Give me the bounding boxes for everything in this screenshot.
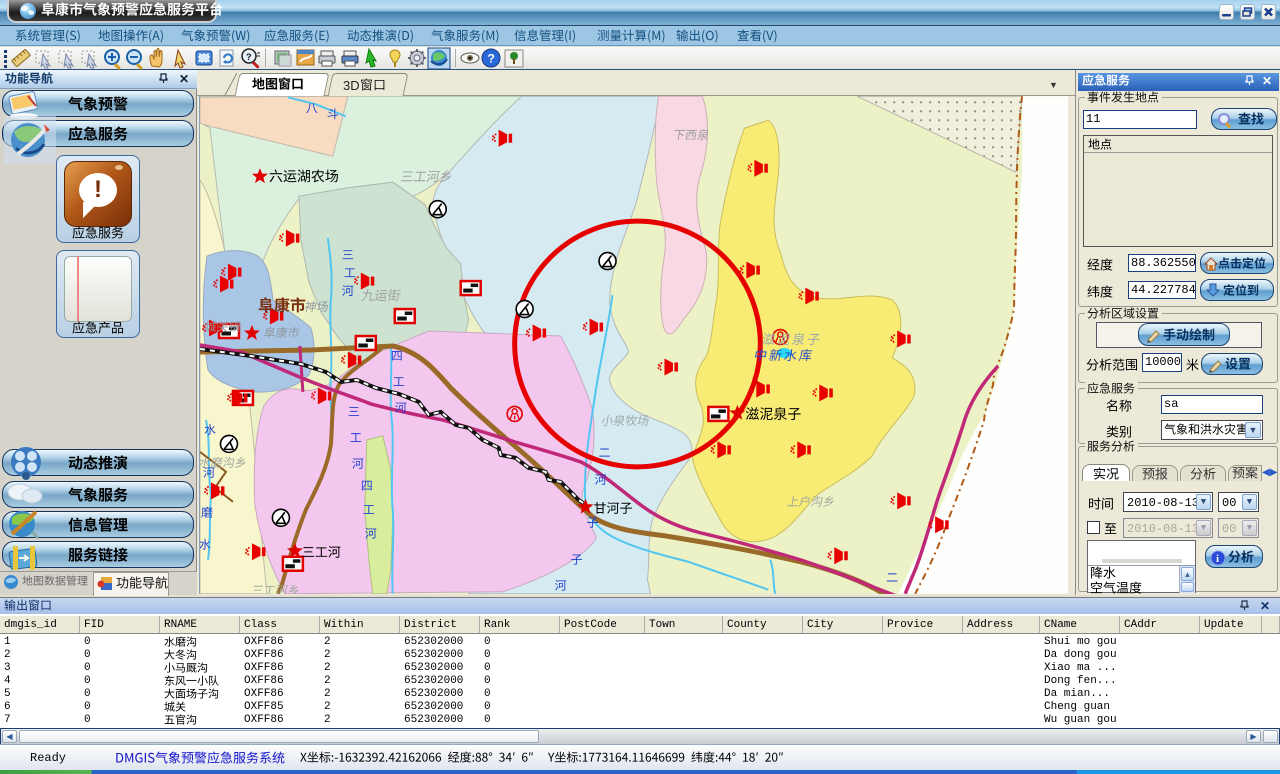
svg-text:?: ? (246, 52, 252, 62)
svg-text:?: ? (488, 52, 495, 66)
svg-text:i: i (1216, 553, 1219, 565)
